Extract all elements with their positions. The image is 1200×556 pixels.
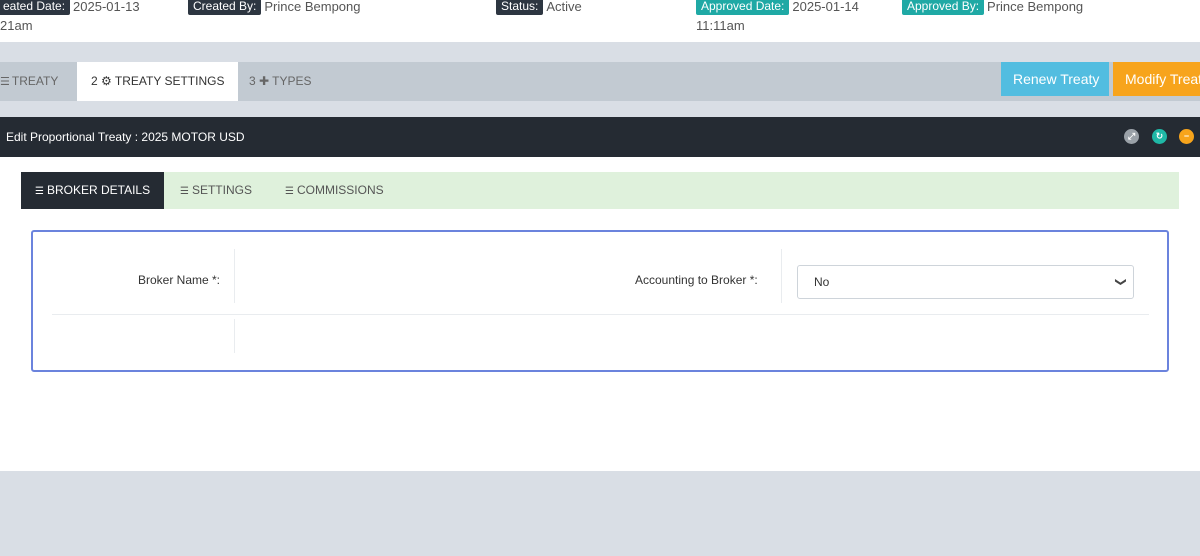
approved-date-label: Approved Date: xyxy=(696,0,790,15)
form-divider xyxy=(234,319,235,353)
accounting-to-broker-label: Accounting to Broker *: xyxy=(635,273,758,287)
panel-body: ☰ BROKER DETAILS ☰ SETTINGS ☰ COMMISSIONS B… xyxy=(0,157,1200,471)
approved-by: Approved By: Prince Bempong xyxy=(902,0,1083,17)
sub-tab-label: SETTINGS xyxy=(191,183,252,197)
created-time: 21am xyxy=(0,18,33,33)
created-by: Created By: Prince Bempong xyxy=(188,0,361,17)
renew-treaty-button[interactable]: Renew Treaty xyxy=(1001,62,1109,96)
approved-date-value: 2025-01-14 xyxy=(792,0,859,14)
form-row-divider xyxy=(52,314,1149,315)
panel-title: Edit Proportional Treaty : 2025 MOTOR US… xyxy=(6,130,245,144)
sub-tabs: ☰ BROKER DETAILS ☰ SETTINGS ☰ COMMISSIONS xyxy=(21,172,1179,209)
broker-details-form: Broker Name *: Accounting to Broker *: N… xyxy=(31,230,1169,372)
approved-time: 11:11am xyxy=(696,18,745,33)
treaty-meta-strip: eated Date: 2025-01-13 21am Created By: Pr… xyxy=(0,0,1200,42)
reload-icon[interactable]: ↻ xyxy=(1152,129,1167,144)
created-date-label: eated Date: xyxy=(0,0,71,15)
chevron-down-icon: ❯ xyxy=(1114,277,1127,287)
accounting-to-broker-value: No xyxy=(814,275,830,289)
approved-by-value: Prince Bempong xyxy=(987,0,1084,14)
modify-treaty-button[interactable]: Modify Treaty xyxy=(1113,62,1200,96)
list-icon: ☰ xyxy=(35,186,44,197)
sub-tab-label: COMMISSIONS xyxy=(296,183,384,197)
approved-date: Approved Date: 2025-01-14 xyxy=(696,0,859,17)
step-tab-label: 2 ⚙ TREATY SETTINGS xyxy=(91,74,225,88)
approved-by-label: Approved By: xyxy=(902,0,985,15)
created-by-value: Prince Bempong xyxy=(264,0,361,14)
broker-name-label: Broker Name *: xyxy=(137,273,220,287)
status-label: Status: xyxy=(496,0,544,15)
sub-tab-settings[interactable]: ☰ SETTINGS xyxy=(180,172,252,209)
created-by-label: Created By: xyxy=(188,0,262,15)
created-date: eated Date: 2025-01-13 xyxy=(0,0,140,17)
step-tab-treaty[interactable]: ☰ TREATY xyxy=(0,62,58,101)
sub-tab-broker-details[interactable]: ☰ BROKER DETAILS xyxy=(21,172,165,209)
step-tab-types[interactable]: 3 ✚ TYPES xyxy=(249,62,312,101)
sub-tab-label: BROKER DETAILS xyxy=(46,183,151,197)
step-tab-treaty-settings[interactable]: 2 ⚙ TREATY SETTINGS xyxy=(77,62,239,101)
status: Status: Active xyxy=(496,0,582,17)
step-tab-label: TREATY xyxy=(11,74,59,88)
list-icon: ☰ xyxy=(0,76,10,88)
list-icon: ☰ xyxy=(285,186,294,197)
accounting-to-broker-select[interactable]: No ❯ xyxy=(797,265,1134,299)
collapse-icon[interactable]: − xyxy=(1179,129,1194,144)
created-date-value: 2025-01-13 xyxy=(73,0,140,14)
form-divider xyxy=(781,249,782,303)
list-icon: ☰ xyxy=(180,186,189,197)
status-value: Active xyxy=(546,0,582,14)
panel-header: Edit Proportional Treaty : 2025 MOTOR US… xyxy=(0,117,1200,157)
expand-icon[interactable]: ⤢ xyxy=(1124,129,1139,144)
sub-tab-commissions[interactable]: ☰ COMMISSIONS xyxy=(285,172,384,209)
step-tab-label: 3 ✚ TYPES xyxy=(249,74,312,88)
form-divider xyxy=(234,249,235,303)
